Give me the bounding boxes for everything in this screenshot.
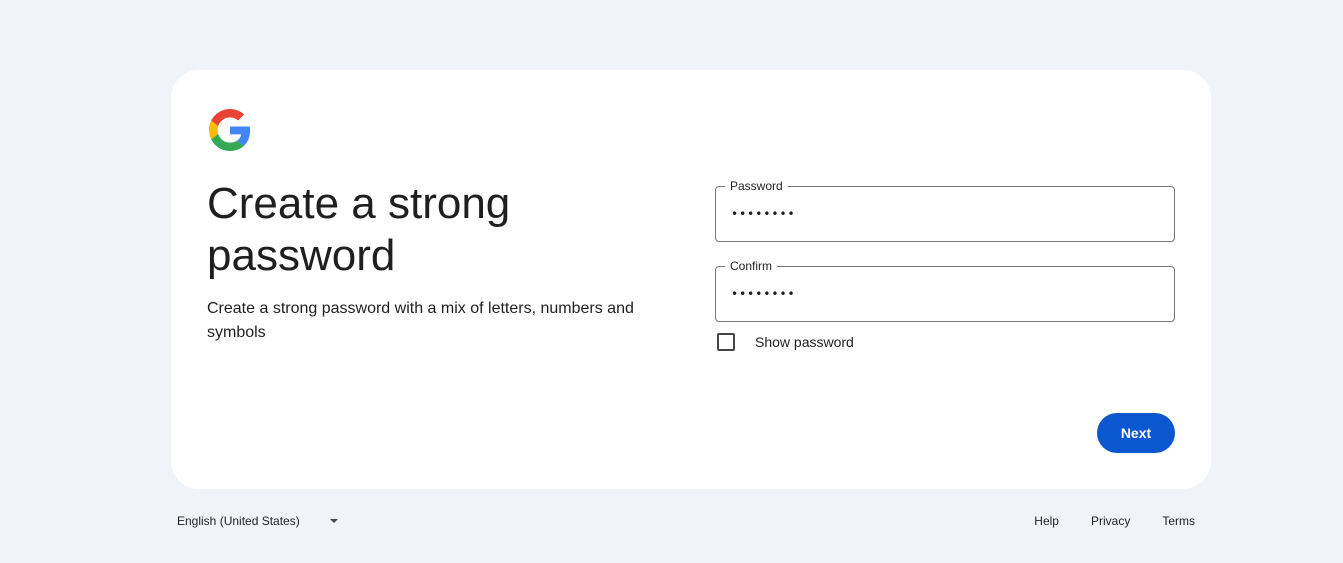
language-selector[interactable]: English (United States)	[177, 505, 338, 537]
next-button[interactable]: Next	[1097, 413, 1175, 453]
signup-card: Create a strong password Create a strong…	[171, 70, 1211, 489]
page-title: Create a strong password	[207, 179, 511, 280]
privacy-link[interactable]: Privacy	[1091, 514, 1130, 528]
terms-link[interactable]: Terms	[1162, 514, 1195, 528]
password-input[interactable]	[731, 187, 1151, 241]
dropdown-arrow-icon[interactable]	[329, 519, 338, 523]
confirm-input[interactable]	[731, 267, 1151, 321]
confirm-field[interactable]: Confirm	[715, 258, 1175, 322]
show-password-checkbox[interactable]	[717, 333, 735, 351]
password-field[interactable]: Password	[715, 178, 1175, 242]
page-subtitle: Create a strong password with a mix of l…	[207, 300, 634, 341]
show-password-label[interactable]: Show password	[755, 334, 854, 350]
footer: English (United States) Help Privacy Ter…	[171, 505, 1211, 537]
footer-links: Help Privacy Terms	[1002, 505, 1195, 537]
google-logo-icon	[209, 109, 251, 151]
help-link[interactable]: Help	[1034, 514, 1059, 528]
show-password-toggle[interactable]: Show password	[717, 332, 854, 352]
language-label[interactable]: English (United States)	[177, 514, 300, 528]
